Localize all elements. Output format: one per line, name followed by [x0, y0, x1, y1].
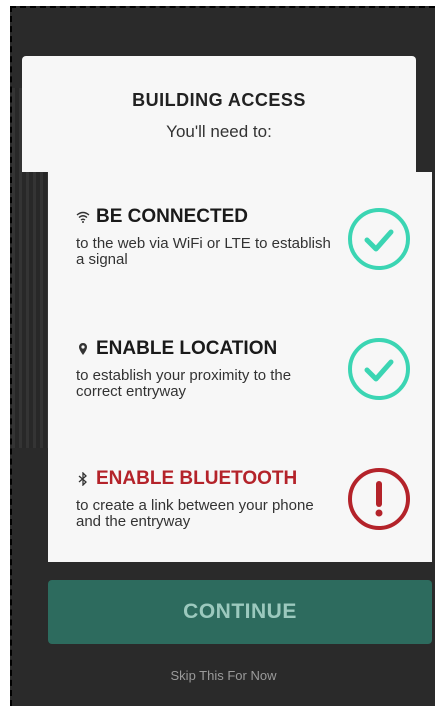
bluetooth-icon [78, 472, 87, 486]
requirements-card: BE CONNECTED to the web via WiFi or LTE … [48, 172, 432, 562]
page-subtitle: You'll need to: [166, 122, 272, 141]
requirement-title: ENABLE LOCATION [96, 338, 278, 359]
requirement-description: to create a link between your phone and … [76, 497, 314, 530]
exclamation-circle-icon[interactable] [348, 468, 410, 530]
requirement-description: to establish your proximity to the corre… [76, 367, 292, 400]
continue-button[interactable]: CONTINUE [48, 580, 432, 644]
wifi-icon [76, 211, 90, 223]
app-screen: BUILDING ACCESS You'll need to: BE CONNE… [10, 6, 435, 706]
requirement-title: ENABLE BLUETOOTH [96, 468, 298, 489]
requirement-title: BE CONNECTED [96, 206, 249, 227]
page-title: BUILDING ACCESS [132, 90, 306, 110]
location-pin-icon [79, 343, 87, 355]
requirement-description: to the web via WiFi or LTE to establish … [76, 235, 331, 268]
check-circle-icon [348, 338, 410, 400]
header-card: BUILDING ACCESS You'll need to: [22, 56, 416, 172]
skip-link[interactable]: Skip This For Now [12, 668, 435, 683]
check-circle-icon [348, 208, 410, 270]
